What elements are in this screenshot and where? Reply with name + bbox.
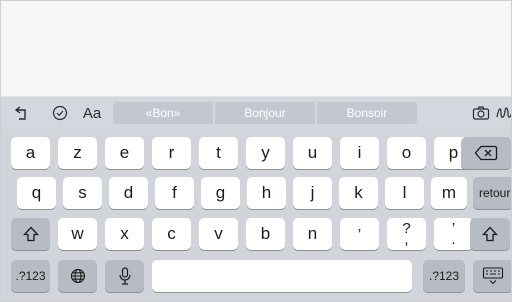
- key-e[interactable]: e: [105, 137, 144, 169]
- globe-key[interactable]: [58, 260, 97, 292]
- key-g[interactable]: g: [201, 177, 240, 209]
- key-apostrophe-bottom: ’: [357, 225, 362, 243]
- key-m[interactable]: m: [431, 177, 467, 209]
- key-h[interactable]: h: [247, 177, 286, 209]
- key-t[interactable]: t: [199, 137, 238, 169]
- key-n[interactable]: n: [293, 218, 332, 250]
- dictation-key[interactable]: [105, 260, 144, 292]
- numbers-key-left[interactable]: .?123: [11, 260, 50, 292]
- key-q[interactable]: q: [17, 177, 56, 209]
- onscreen-keyboard: Aa «Bon» Bonjour Bonsoir a z e r t y u i…: [1, 97, 511, 301]
- key-d[interactable]: d: [109, 177, 148, 209]
- key-u[interactable]: u: [293, 137, 332, 169]
- key-period-bottom: .: [451, 231, 456, 248]
- text-format-button[interactable]: Aa: [79, 103, 105, 123]
- microphone-icon: [118, 267, 131, 285]
- suggestion-2[interactable]: Bonjour: [215, 102, 315, 124]
- key-c[interactable]: c: [152, 218, 191, 250]
- suggestion-3[interactable]: Bonsoir: [317, 102, 417, 124]
- key-x[interactable]: x: [105, 218, 144, 250]
- camera-icon[interactable]: [471, 103, 491, 123]
- globe-icon: [70, 268, 85, 284]
- key-k[interactable]: k: [339, 177, 378, 209]
- undo-icon[interactable]: [11, 103, 33, 123]
- key-l[interactable]: l: [385, 177, 424, 209]
- suggestion-1[interactable]: «Bon»: [113, 102, 213, 124]
- backspace-key[interactable]: [461, 137, 511, 169]
- key-question-comma[interactable]: ? ,: [387, 218, 426, 250]
- keyboard-hide-icon: [482, 267, 504, 285]
- key-comma-bottom: ,: [404, 231, 409, 248]
- return-key[interactable]: retour: [473, 177, 511, 209]
- key-a[interactable]: a: [11, 137, 50, 169]
- key-v[interactable]: v: [199, 218, 238, 250]
- hide-keyboard-key[interactable]: [473, 260, 511, 292]
- key-quote-period[interactable]: ’ .: [434, 218, 473, 250]
- shortcut-bar: Aa «Bon» Bonjour Bonsoir: [1, 97, 511, 129]
- numbers-key-right[interactable]: .?123: [423, 260, 465, 292]
- shift-key-left[interactable]: [11, 218, 50, 250]
- key-apostrophe[interactable]: ’: [340, 218, 379, 250]
- key-o[interactable]: o: [387, 137, 426, 169]
- shift-key-right[interactable]: [470, 218, 510, 250]
- key-j[interactable]: j: [293, 177, 332, 209]
- shift-icon: [482, 226, 498, 242]
- screen: Aa «Bon» Bonjour Bonsoir a z e r t y u i…: [0, 0, 512, 302]
- handwriting-icon[interactable]: [495, 103, 511, 123]
- space-bar[interactable]: [152, 260, 412, 292]
- key-f[interactable]: f: [155, 177, 194, 209]
- shift-icon: [22, 226, 39, 242]
- key-y[interactable]: y: [246, 137, 285, 169]
- document-text-area[interactable]: [1, 1, 511, 97]
- key-w[interactable]: w: [58, 218, 97, 250]
- key-b[interactable]: b: [246, 218, 285, 250]
- key-r[interactable]: r: [152, 137, 191, 169]
- key-i[interactable]: i: [340, 137, 379, 169]
- key-z[interactable]: z: [58, 137, 97, 169]
- checkmark-circle-icon[interactable]: [51, 103, 69, 123]
- key-s[interactable]: s: [63, 177, 102, 209]
- backspace-icon: [474, 145, 498, 161]
